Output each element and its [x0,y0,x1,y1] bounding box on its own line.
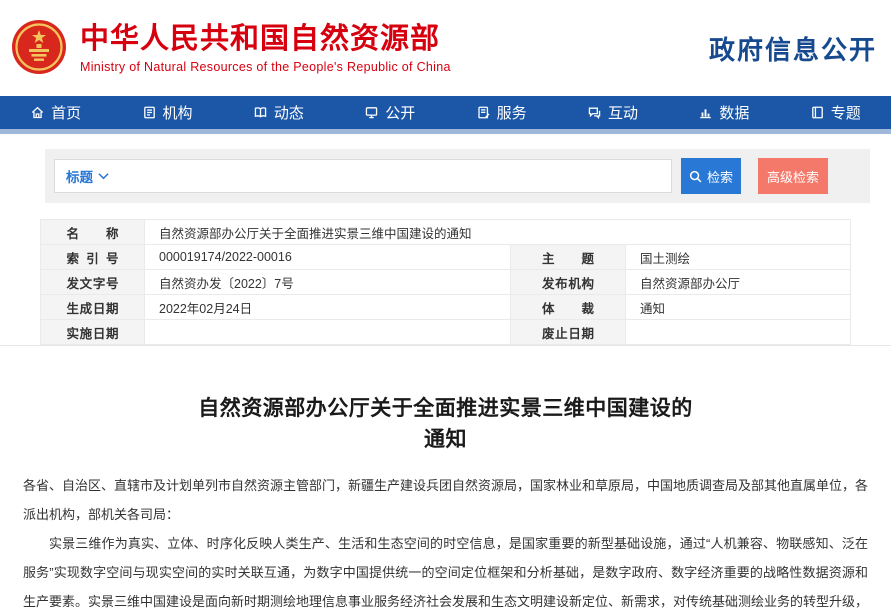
home-icon [30,105,45,120]
meta-label-issuing-agency: 发布机构 [511,270,626,295]
meta-label-repeal-date: 废止日期 [511,320,626,345]
nav-accent-strip [0,129,891,134]
nav-label: 服务 [497,102,527,123]
data-icon [698,105,713,120]
document-paragraph-intro: 实景三维作为真实、立体、时序化反映人类生产、生活和生态空间的时空信息，是国家重要… [23,529,868,614]
organization-icon [142,105,157,120]
nav-item-services[interactable]: 服务 [446,96,557,129]
nav-label: 专题 [831,102,861,123]
nav-label: 数据 [719,102,749,123]
meta-label-subject: 主题 [511,245,626,270]
meta-value-genre: 通知 [626,295,851,320]
meta-value-create-date: 2022年02月24日 [145,295,511,320]
search-button[interactable]: 检索 [681,158,741,194]
table-row: 实施日期 废止日期 [41,320,851,345]
meta-value-repeal-date [626,320,851,345]
site-subtitle: Ministry of Natural Resources of the Peo… [80,60,451,74]
meta-value-effective-date [145,320,511,345]
main-nav: 首页 机构 动态 公开 服务 [0,96,891,129]
search-icon [689,170,702,183]
document-meta: 名称 自然资源部办公厅关于全面推进实景三维中国建设的通知 索引号 0000191… [40,219,850,345]
interaction-icon [587,105,602,120]
search-field-label: 标题 [66,166,93,186]
meta-label-index-no: 索引号 [41,245,145,270]
nav-label: 机构 [163,102,193,123]
national-emblem-icon [10,17,68,79]
advanced-search-label: 高级检索 [767,167,819,186]
meta-label-name: 名称 [41,220,145,245]
table-row: 名称 自然资源部办公厅关于全面推进实景三维中国建设的通知 [41,220,851,245]
nav-label: 首页 [51,102,81,123]
search-bar: 标题 检索 高级检索 [45,149,870,203]
nav-item-topics[interactable]: 专题 [780,96,891,129]
meta-value-index-no: 000019174/2022-00016 [145,245,511,270]
document-title-line1: 自然资源部办公厅关于全面推进实景三维中国建设的 [198,397,693,420]
search-box: 标题 [54,159,672,193]
nav-item-data[interactable]: 数据 [668,96,779,129]
meta-value-name: 自然资源部办公厅关于全面推进实景三维中国建设的通知 [145,220,851,245]
page-root: 中华人民共和国自然资源部 Ministry of Natural Resourc… [0,0,891,614]
meta-value-issuing-agency: 自然资源部办公厅 [626,270,851,295]
disclosure-icon [364,105,379,120]
brand-block: 中华人民共和国自然资源部 Ministry of Natural Resourc… [80,22,451,74]
table-row: 索引号 000019174/2022-00016 主题 国土测绘 [41,245,851,270]
nav-label: 动态 [274,102,304,123]
meta-label-create-date: 生成日期 [41,295,145,320]
table-row: 发文字号 自然资办发〔2022〕7号 发布机构 自然资源部办公厅 [41,270,851,295]
nav-item-news[interactable]: 动态 [223,96,334,129]
nav-label: 公开 [385,102,415,123]
gov-info-disclosure-link[interactable]: 政府信息公开 [709,30,877,67]
meta-label-doc-number: 发文字号 [41,270,145,295]
nav-item-disclosure[interactable]: 公开 [334,96,445,129]
search-field-selector[interactable]: 标题 [55,166,117,186]
meta-value-subject: 国土测绘 [626,245,851,270]
section-divider [0,345,891,346]
nav-item-organization[interactable]: 机构 [111,96,222,129]
document-title: 自然资源部办公厅关于全面推进实景三维中国建设的 通知 [0,393,891,455]
advanced-search-button[interactable]: 高级检索 [758,158,828,194]
table-row: 生成日期 2022年02月24日 体裁 通知 [41,295,851,320]
meta-label-effective-date: 实施日期 [41,320,145,345]
nav-item-interaction[interactable]: 互动 [557,96,668,129]
search-input[interactable] [117,160,671,192]
nav-label: 互动 [608,102,638,123]
document-paragraph-recipients: 各省、自治区、直辖市及计划单列市自然资源主管部门，新疆生产建设兵团自然资源局，国… [23,471,868,529]
document-body: 各省、自治区、直辖市及计划单列市自然资源主管部门，新疆生产建设兵团自然资源局，国… [23,471,868,614]
topics-icon [810,105,825,120]
meta-label-genre: 体裁 [511,295,626,320]
nav-item-home[interactable]: 首页 [0,96,111,129]
services-icon [476,105,491,120]
search-button-label: 检索 [707,167,733,186]
document-title-line2: 通知 [424,428,467,451]
document-meta-table: 名称 自然资源部办公厅关于全面推进实景三维中国建设的通知 索引号 0000191… [40,219,851,345]
meta-value-doc-number: 自然资办发〔2022〕7号 [145,270,511,295]
site-title: 中华人民共和国自然资源部 [80,22,451,56]
chevron-down-icon [98,172,109,180]
site-header: 中华人民共和国自然资源部 Ministry of Natural Resourc… [0,0,891,96]
news-icon [253,105,268,120]
